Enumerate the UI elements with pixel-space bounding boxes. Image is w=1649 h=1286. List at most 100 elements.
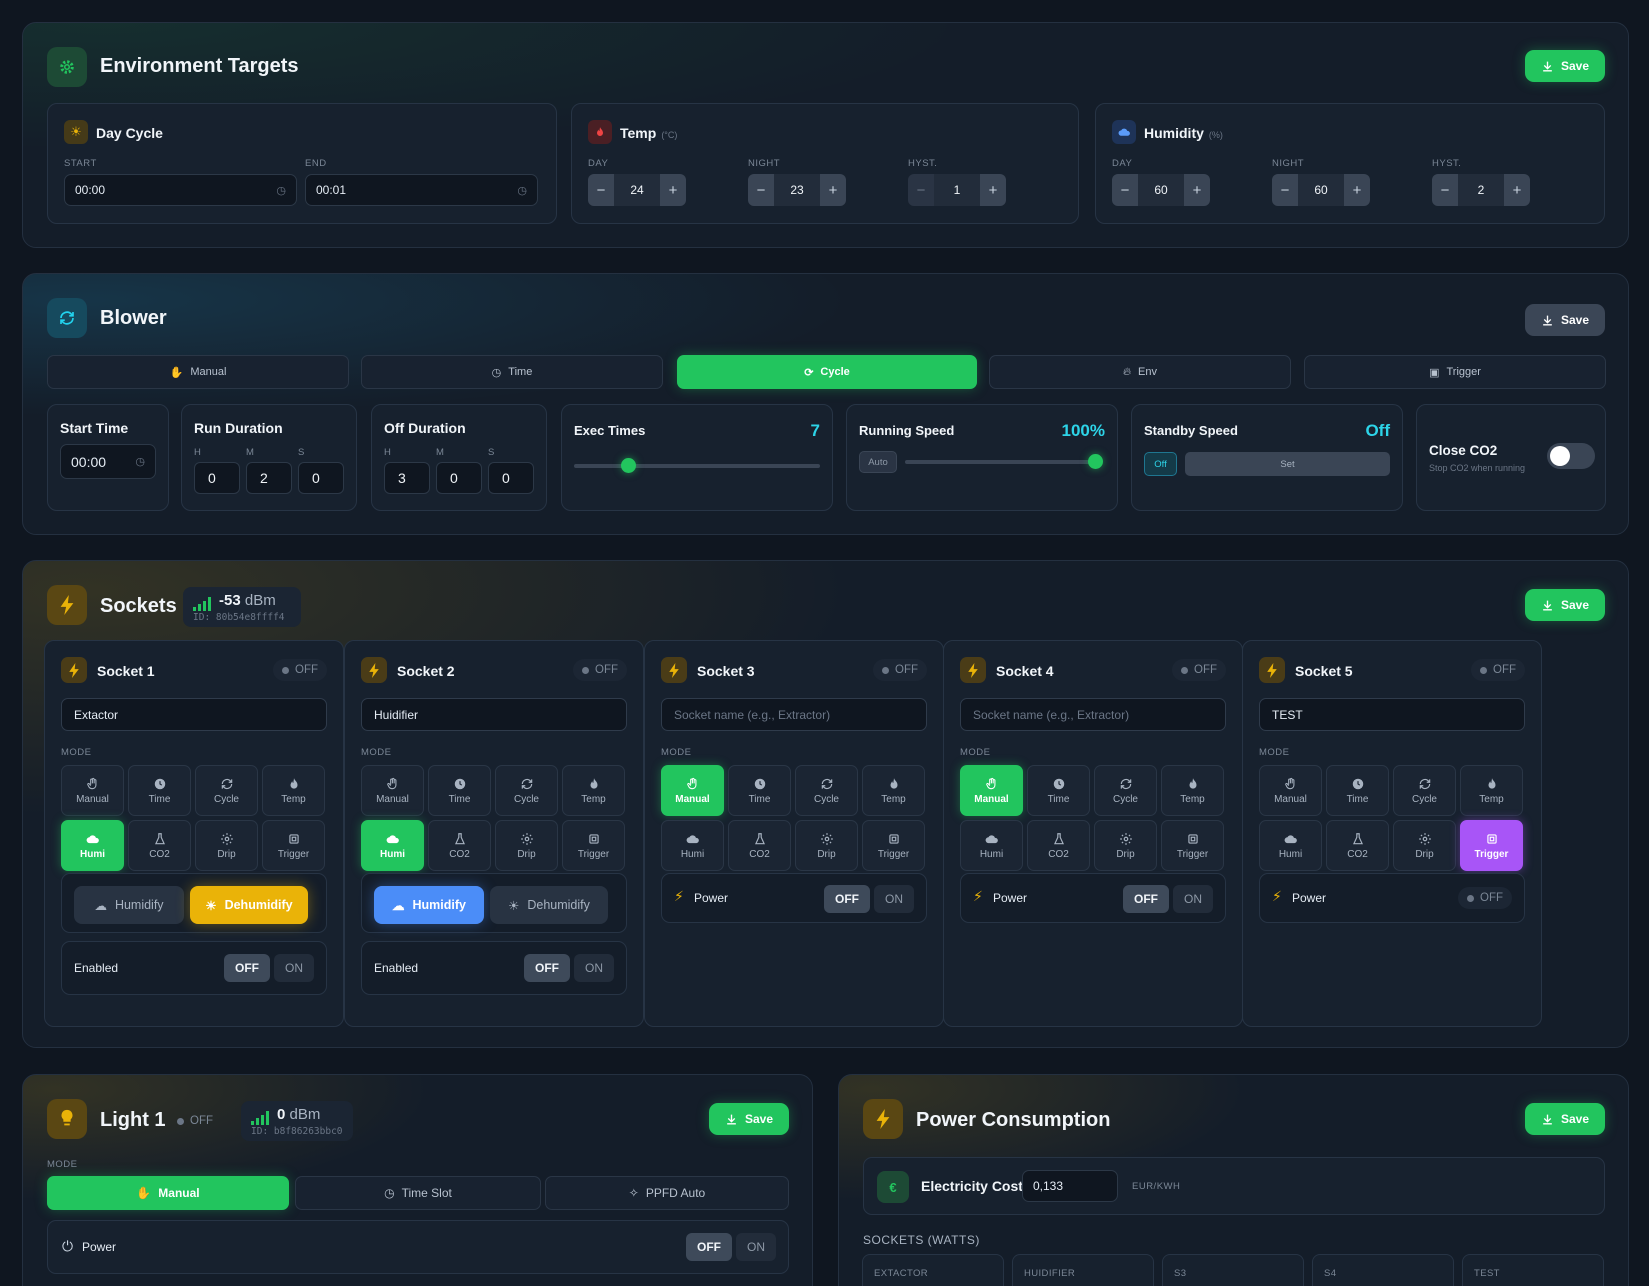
mode-co2-button[interactable]: CO2: [1027, 820, 1090, 871]
socket-name-input[interactable]: Socket name (e.g., Extractor): [960, 698, 1226, 731]
run-seconds-input[interactable]: 0: [298, 462, 344, 494]
standby-off-button[interactable]: Off: [1144, 452, 1177, 476]
socket-name-input[interactable]: TEST: [1259, 698, 1525, 731]
mode-trigger-button[interactable]: Trigger: [1460, 820, 1523, 871]
minus-button[interactable]: −: [748, 174, 774, 206]
mode-temp-button[interactable]: Temp: [1460, 765, 1523, 816]
off-option[interactable]: OFF: [1123, 885, 1169, 913]
standby-set-button[interactable]: Set: [1185, 452, 1390, 476]
dehumidify-button[interactable]: ☀ Dehumidify: [490, 886, 608, 924]
minus-button[interactable]: −: [1272, 174, 1298, 206]
minus-button[interactable]: −: [908, 174, 934, 206]
enabled-toggle[interactable]: OFF ON: [524, 954, 614, 982]
on-option[interactable]: ON: [736, 1233, 776, 1261]
plus-button[interactable]: +: [820, 174, 846, 206]
humidity-night-stepper[interactable]: −60 +: [1272, 174, 1370, 206]
dehumidify-button[interactable]: ☀ Dehumidify: [190, 886, 308, 924]
off-option[interactable]: OFF: [824, 885, 870, 913]
save-button[interactable]: Save: [1525, 304, 1605, 336]
end-time-input[interactable]: 00:01 ◷: [305, 174, 538, 206]
mode-drip-button[interactable]: Drip: [195, 820, 258, 871]
enabled-toggle[interactable]: OFF ON: [224, 954, 314, 982]
on-option[interactable]: ON: [574, 954, 614, 982]
mode-co2-button[interactable]: CO2: [728, 820, 791, 871]
mode-temp-button[interactable]: Temp: [862, 765, 925, 816]
tab-env[interactable]: 🔥︎ Env: [989, 355, 1291, 389]
mode-temp-button[interactable]: Temp: [262, 765, 325, 816]
mode-drip-button[interactable]: Drip: [1094, 820, 1157, 871]
exec-times-slider[interactable]: [574, 464, 820, 468]
plus-button[interactable]: +: [660, 174, 686, 206]
tab-trigger[interactable]: ▣ Trigger: [1304, 355, 1606, 389]
save-button[interactable]: Save: [709, 1103, 789, 1135]
mode-drip-button[interactable]: Drip: [495, 820, 558, 871]
mode-ppfd-auto[interactable]: ✧ PPFD Auto: [545, 1176, 789, 1210]
socket-name-input[interactable]: Extactor: [61, 698, 327, 731]
save-button[interactable]: Save: [1525, 589, 1605, 621]
slider-handle[interactable]: [1088, 454, 1103, 469]
mode-trigger-button[interactable]: Trigger: [262, 820, 325, 871]
mode-time-slot[interactable]: ◷ Time Slot: [295, 1176, 541, 1210]
minus-button[interactable]: −: [1112, 174, 1138, 206]
start-time-input[interactable]: 00:00 ◷: [60, 444, 156, 479]
save-button[interactable]: Save: [1525, 1103, 1605, 1135]
mode-trigger-button[interactable]: Trigger: [862, 820, 925, 871]
run-minutes-input[interactable]: 2: [246, 462, 292, 494]
mode-manual-button[interactable]: Manual: [361, 765, 424, 816]
socket-name-input[interactable]: Socket name (e.g., Extractor): [661, 698, 927, 731]
on-option[interactable]: ON: [874, 885, 914, 913]
mode-manual-button[interactable]: Manual: [61, 765, 124, 816]
mode-cycle-button[interactable]: Cycle: [195, 765, 258, 816]
mode-humi-button[interactable]: Humi: [361, 820, 424, 871]
mode-manual-button[interactable]: Manual: [661, 765, 724, 816]
plus-button[interactable]: +: [980, 174, 1006, 206]
tab-manual[interactable]: ✋ Manual: [47, 355, 349, 389]
mode-trigger-button[interactable]: Trigger: [1161, 820, 1224, 871]
running-speed-slider[interactable]: [905, 460, 1095, 464]
plus-button[interactable]: +: [1344, 174, 1370, 206]
mode-time-button[interactable]: Time: [728, 765, 791, 816]
minus-button[interactable]: −: [588, 174, 614, 206]
mode-temp-button[interactable]: Temp: [562, 765, 625, 816]
mode-cycle-button[interactable]: Cycle: [795, 765, 858, 816]
mode-manual-button[interactable]: Manual: [1259, 765, 1322, 816]
save-button[interactable]: Save: [1525, 50, 1605, 82]
run-hours-input[interactable]: 0: [194, 462, 240, 494]
mode-time-button[interactable]: Time: [1027, 765, 1090, 816]
on-option[interactable]: ON: [274, 954, 314, 982]
temp-night-stepper[interactable]: −23 +: [748, 174, 846, 206]
power-toggle[interactable]: OFF ON: [824, 885, 914, 913]
mode-humi-button[interactable]: Humi: [1259, 820, 1322, 871]
electricity-cost-input[interactable]: 0,133: [1022, 1170, 1118, 1202]
off-hours-input[interactable]: 3: [384, 462, 430, 494]
socket-name-input[interactable]: Huidifier: [361, 698, 627, 731]
mode-humi-button[interactable]: Humi: [960, 820, 1023, 871]
minus-button[interactable]: −: [1432, 174, 1458, 206]
humidify-button[interactable]: ☁ Humidify: [74, 886, 184, 924]
humidity-day-stepper[interactable]: −60 +: [1112, 174, 1210, 206]
mode-humi-button[interactable]: Humi: [61, 820, 124, 871]
mode-cycle-button[interactable]: Cycle: [1393, 765, 1456, 816]
mode-cycle-button[interactable]: Cycle: [1094, 765, 1157, 816]
mode-drip-button[interactable]: Drip: [1393, 820, 1456, 871]
mode-time-button[interactable]: Time: [428, 765, 491, 816]
close-co2-toggle[interactable]: [1547, 443, 1595, 469]
mode-time-button[interactable]: Time: [128, 765, 191, 816]
on-option[interactable]: ON: [1173, 885, 1213, 913]
temp-hyst-stepper[interactable]: −1 +: [908, 174, 1006, 206]
temp-day-stepper[interactable]: −24 +: [588, 174, 686, 206]
mode-drip-button[interactable]: Drip: [795, 820, 858, 871]
plus-button[interactable]: +: [1184, 174, 1210, 206]
off-seconds-input[interactable]: 0: [488, 462, 534, 494]
off-option[interactable]: OFF: [524, 954, 570, 982]
mode-time-button[interactable]: Time: [1326, 765, 1389, 816]
off-option[interactable]: OFF: [686, 1233, 732, 1261]
off-option[interactable]: OFF: [224, 954, 270, 982]
mode-co2-button[interactable]: CO2: [128, 820, 191, 871]
tab-time[interactable]: ◷ Time: [361, 355, 663, 389]
mode-co2-button[interactable]: CO2: [428, 820, 491, 871]
power-toggle[interactable]: OFF ON: [1123, 885, 1213, 913]
humidify-button[interactable]: ☁ Humidify: [374, 886, 484, 924]
tab-cycle[interactable]: ⟳ Cycle: [677, 355, 977, 389]
slider-handle[interactable]: [621, 458, 637, 473]
